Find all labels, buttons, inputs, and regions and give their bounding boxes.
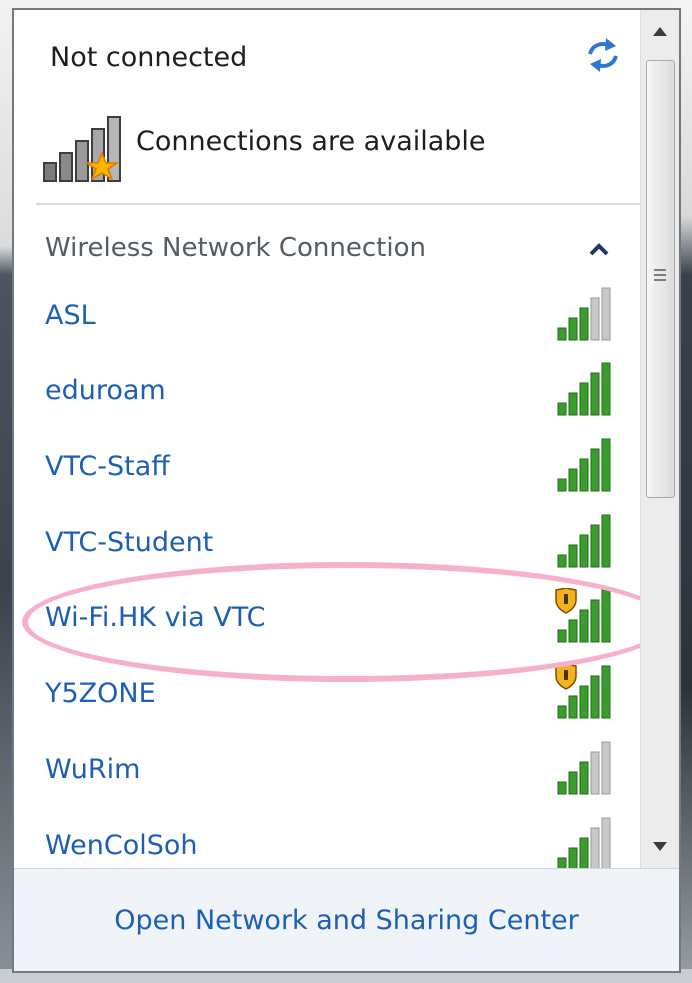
signal-bar xyxy=(579,307,589,341)
signal-bar xyxy=(601,287,611,341)
network-name: WuRim xyxy=(45,754,141,785)
network-flyout: Not connected Connections are available … xyxy=(12,8,681,973)
grip-line xyxy=(654,274,666,276)
signal-strength-shield-icon xyxy=(555,588,611,643)
signal-bar xyxy=(568,468,578,492)
signal-bar xyxy=(601,514,611,568)
signal-bar xyxy=(557,327,567,341)
shield-warning-mark xyxy=(564,670,568,680)
refresh-icon[interactable] xyxy=(582,34,624,76)
open-network-sharing-center-link[interactable]: Open Network and Sharing Center xyxy=(14,905,679,936)
signal-strength-shield-icon xyxy=(555,664,611,719)
network-name: VTC-Staff xyxy=(45,451,170,482)
signal-strength-icon xyxy=(557,438,611,492)
network-item-eduroam[interactable]: eduroam xyxy=(14,355,642,427)
network-item-y5zone[interactable]: Y5ZONE xyxy=(14,658,642,730)
network-item-asl[interactable]: ASL xyxy=(14,280,642,352)
signal-bar xyxy=(590,448,600,492)
signal-bar xyxy=(579,609,589,643)
signal-bar xyxy=(579,458,589,492)
signal-bars-star-icon xyxy=(43,116,121,182)
scroll-thumb[interactable] xyxy=(646,60,675,498)
signal-bar xyxy=(568,544,578,568)
signal-bar xyxy=(568,392,578,416)
signal-strength-icon xyxy=(557,741,611,795)
section-header[interactable]: Wireless Network Connection xyxy=(14,215,642,277)
signal-bar xyxy=(568,317,578,341)
signal-bar xyxy=(579,534,589,568)
signal-bar xyxy=(557,629,567,643)
network-name: ASL xyxy=(45,300,96,331)
signal-bar xyxy=(557,705,567,719)
signal-bar xyxy=(590,297,600,341)
signal-bar xyxy=(568,847,578,871)
status-title: Not connected xyxy=(50,42,248,73)
scroll-down-arrow-icon[interactable] xyxy=(641,824,679,868)
signal-bar xyxy=(601,589,611,643)
network-name: VTC-Student xyxy=(45,527,214,558)
network-name: WenColSoh xyxy=(45,830,198,861)
scroll-up-arrow-icon[interactable] xyxy=(641,10,679,54)
signal-strength-icon xyxy=(557,362,611,416)
signal-bar xyxy=(590,827,600,871)
network-item-wurim[interactable]: WuRim xyxy=(14,734,642,806)
signal-bar xyxy=(557,554,567,568)
network-name: Y5ZONE xyxy=(45,678,156,709)
signal-strength-icon xyxy=(557,287,611,341)
network-item-vtc-staff[interactable]: VTC-Staff xyxy=(14,431,642,503)
footer: Open Network and Sharing Center xyxy=(14,868,679,971)
signal-bar xyxy=(557,478,567,492)
signal-bar xyxy=(601,665,611,719)
signal-bar xyxy=(579,685,589,719)
signal-bar xyxy=(601,741,611,795)
signal-bar xyxy=(590,751,600,795)
signal-bar xyxy=(601,438,611,492)
network-name: eduroam xyxy=(45,375,166,406)
signal-bar xyxy=(590,372,600,416)
network-name: Wi-Fi.HK via VTC xyxy=(45,602,266,633)
grip-line xyxy=(654,269,666,271)
signal-bar xyxy=(568,771,578,795)
network-item-wifi-hk-via-vtc[interactable]: Wi-Fi.HK via VTC xyxy=(14,582,642,654)
section-title: Wireless Network Connection xyxy=(45,233,426,263)
signal-bar xyxy=(568,619,578,643)
signal-bar xyxy=(579,837,589,871)
signal-bar xyxy=(590,599,600,643)
signal-bar xyxy=(590,524,600,568)
signal-strength-icon xyxy=(557,817,611,871)
grip-line xyxy=(654,279,666,281)
scrollbar[interactable] xyxy=(640,10,679,868)
signal-bar xyxy=(601,362,611,416)
network-item-vtc-student[interactable]: VTC-Student xyxy=(14,507,642,579)
status-subtitle: Connections are available xyxy=(136,126,486,157)
divider xyxy=(36,203,640,205)
signal-strength-icon xyxy=(557,514,611,568)
signal-bar xyxy=(601,817,611,871)
signal-bar xyxy=(579,761,589,795)
signal-bar xyxy=(557,781,567,795)
signal-bar xyxy=(590,675,600,719)
chevron-up-icon[interactable] xyxy=(588,241,610,257)
signal-bar xyxy=(579,382,589,416)
connection-status: Not connected Connections are available xyxy=(14,10,642,210)
signal-bar xyxy=(557,402,567,416)
shield-warning-mark xyxy=(564,594,568,604)
signal-bar xyxy=(568,695,578,719)
